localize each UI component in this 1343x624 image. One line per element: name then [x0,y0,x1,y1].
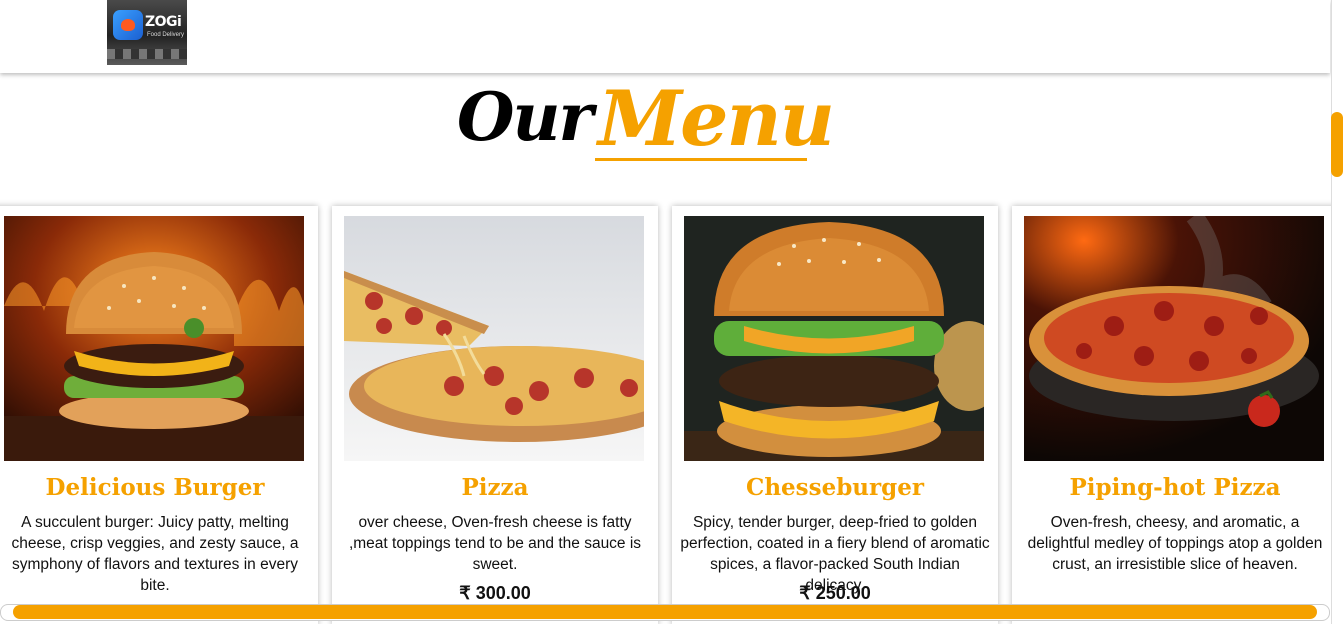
menu-heading: Our Menu [0,70,1330,170]
card-price: ₹ 300.00 [459,583,531,603]
card-title: Delicious Burger [45,474,265,501]
card-title: Chesseburger [746,474,924,501]
card-title: Pizza [461,474,529,501]
logo-badge-icon [113,10,143,40]
site-header: ZOGi Food Delivery [0,0,1330,73]
card-description: A succulent burger: Juicy patty, melting… [11,514,299,594]
heading-word-our: Our [457,78,593,156]
burger-image [4,216,304,461]
logo-tagline: Food Delivery [147,32,185,38]
card-price: ₹ 250.00 [799,583,871,603]
menu-card-delicious-burger[interactable]: Delicious Burger A succulent burger: Jui… [0,206,318,624]
horizontal-scrollbar-thumb[interactable] [13,605,1317,619]
logo-stripe [107,49,187,59]
vertical-scrollbar[interactable] [1331,0,1343,624]
cheeseburger-image [684,216,984,461]
pizza-image [344,216,644,461]
menu-card-pizza[interactable]: Pizza over cheese, Oven-fresh cheese is … [332,206,658,624]
menu-card-piping-hot-pizza[interactable]: Piping-hot Pizza Oven-fresh, cheesy, and… [1012,206,1338,624]
hot-pizza-image [1024,216,1324,461]
heading-underline [595,158,807,161]
logo-brand: ZOGi [145,14,182,30]
card-description: over cheese, Oven-fresh cheese is fatty … [348,514,642,573]
vertical-scrollbar-thumb[interactable] [1331,112,1343,177]
menu-card-chesseburger[interactable]: Chesseburger Spicy, tender burger, deep-… [672,206,998,624]
logo[interactable]: ZOGi Food Delivery [107,0,187,65]
heading-word-menu: Menu [598,74,835,163]
card-description: Oven-fresh, cheesy, and aromatic, a deli… [1027,514,1323,573]
card-title: Piping-hot Pizza [1069,474,1281,501]
